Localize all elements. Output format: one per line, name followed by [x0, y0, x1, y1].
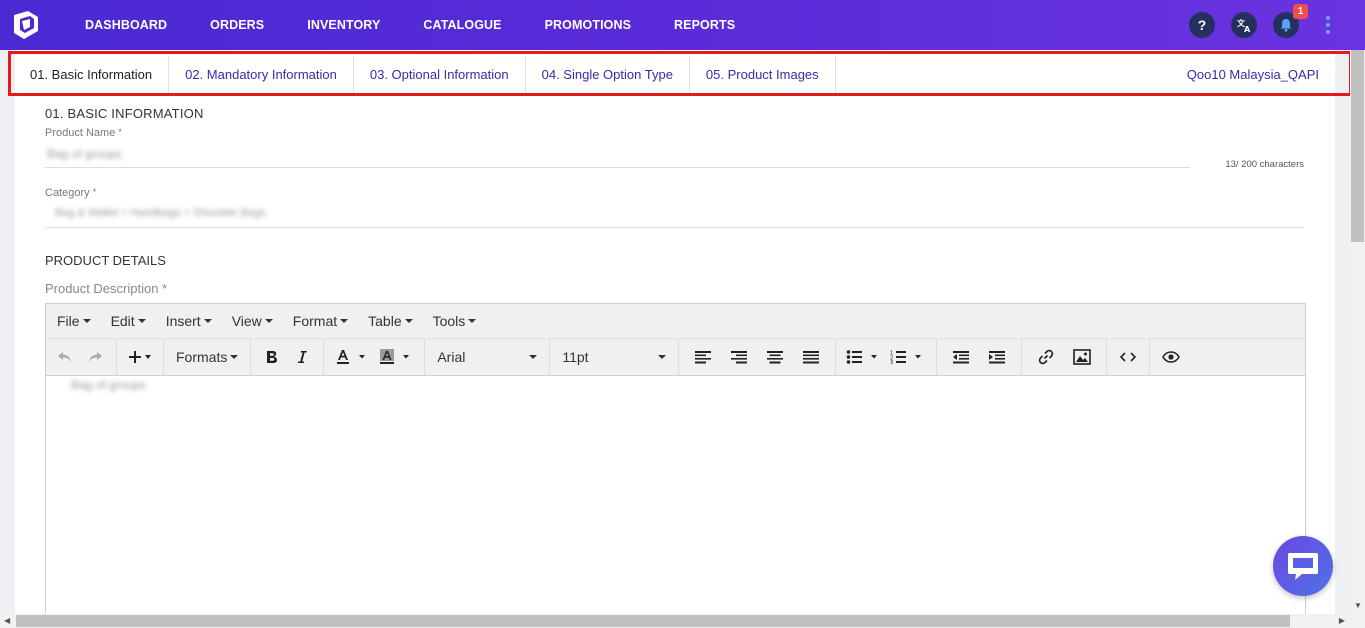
menu-insert[interactable]: Insert [166, 313, 212, 329]
vertical-scroll-thumb[interactable] [1351, 50, 1364, 242]
chat-bubble-icon [1288, 553, 1318, 580]
rich-text-editor: File Edit Insert View Format Table Tools… [45, 303, 1306, 618]
menu-format[interactable]: Format [293, 313, 349, 329]
chat-widget-button[interactable] [1273, 536, 1333, 596]
image-icon[interactable] [1064, 342, 1100, 372]
menu-edit[interactable]: Edit [111, 313, 146, 329]
menu-tools[interactable]: Tools [433, 313, 477, 329]
editor-content-area[interactable]: Bag of groups [46, 376, 1305, 616]
redo-icon[interactable] [80, 342, 110, 372]
nav-reports[interactable]: REPORTS [674, 18, 735, 32]
menu-table[interactable]: Table [368, 313, 413, 329]
nav-catalogue[interactable]: CATALOGUE [423, 18, 501, 32]
bold-icon[interactable] [257, 342, 287, 372]
product-name-label: Product Name * [45, 127, 122, 139]
editor-toolbar: Formats Arial 11pt 1 2 3 [46, 338, 1305, 376]
text-color-icon[interactable] [330, 342, 374, 372]
align-left-icon[interactable] [685, 342, 721, 372]
basic-info-title: 01. BASIC INFORMATION [45, 106, 204, 121]
numbered-list-icon[interactable]: 123 [886, 342, 930, 372]
category-input[interactable]: Bag & Wallet > Handbags > Shoulder Bags [55, 207, 266, 219]
svg-text:A: A [1244, 25, 1251, 33]
link-icon[interactable] [1028, 342, 1064, 372]
nav-promotions[interactable]: PROMOTIONS [545, 18, 631, 32]
highlight-frame [8, 51, 1352, 96]
align-right-icon[interactable] [721, 342, 757, 372]
source-code-icon[interactable] [1113, 342, 1143, 372]
category-underline [45, 227, 1304, 228]
top-right-actions: ? 文 A 1 [1189, 0, 1365, 50]
logo-icon[interactable] [6, 5, 46, 45]
indent-icon[interactable] [979, 342, 1015, 372]
main-nav: DASHBOARD ORDERS INVENTORY CATALOGUE PRO… [85, 18, 778, 32]
product-details-title: PRODUCT DETAILS [45, 253, 166, 268]
font-size-dropdown[interactable]: 11pt [556, 342, 672, 372]
description-label: Product Description * [45, 281, 168, 296]
category-label: Category * [45, 187, 97, 199]
product-name-underline [45, 167, 1190, 168]
char-counter: 13/ 200 characters [1225, 159, 1304, 170]
menu-file[interactable]: File [57, 313, 91, 329]
bell-icon [1280, 19, 1292, 32]
italic-icon[interactable] [287, 342, 317, 372]
insert-plus-icon[interactable] [123, 342, 157, 372]
editor-content-text: Bag of groups [71, 378, 146, 392]
top-nav-bar: DASHBOARD ORDERS INVENTORY CATALOGUE PRO… [0, 0, 1365, 50]
editor-menubar: File Edit Insert View Format Table Tools [46, 304, 1305, 339]
bullet-list-icon[interactable] [842, 342, 886, 372]
preview-eye-icon[interactable] [1156, 342, 1186, 372]
formats-dropdown[interactable]: Formats [170, 342, 244, 372]
menu-view[interactable]: View [232, 313, 273, 329]
notification-badge: 1 [1293, 4, 1308, 19]
nav-orders[interactable]: ORDERS [210, 18, 264, 32]
kebab-menu-icon[interactable] [1315, 12, 1341, 38]
svg-text:3: 3 [890, 360, 893, 364]
product-name-input[interactable]: Bag of groups [47, 147, 122, 161]
undo-icon[interactable] [50, 342, 80, 372]
font-family-dropdown[interactable]: Arial [431, 342, 543, 372]
nav-inventory[interactable]: INVENTORY [307, 18, 380, 32]
align-justify-icon[interactable] [793, 342, 829, 372]
align-center-icon[interactable] [757, 342, 793, 372]
outdent-icon[interactable] [943, 342, 979, 372]
translate-icon[interactable]: 文 A [1231, 12, 1257, 38]
background-color-icon[interactable] [374, 342, 418, 372]
nav-dashboard[interactable]: DASHBOARD [85, 18, 167, 32]
help-icon[interactable]: ? [1189, 12, 1215, 38]
horizontal-scroll-thumb[interactable] [16, 615, 1290, 627]
notifications-button[interactable]: 1 [1273, 4, 1308, 38]
